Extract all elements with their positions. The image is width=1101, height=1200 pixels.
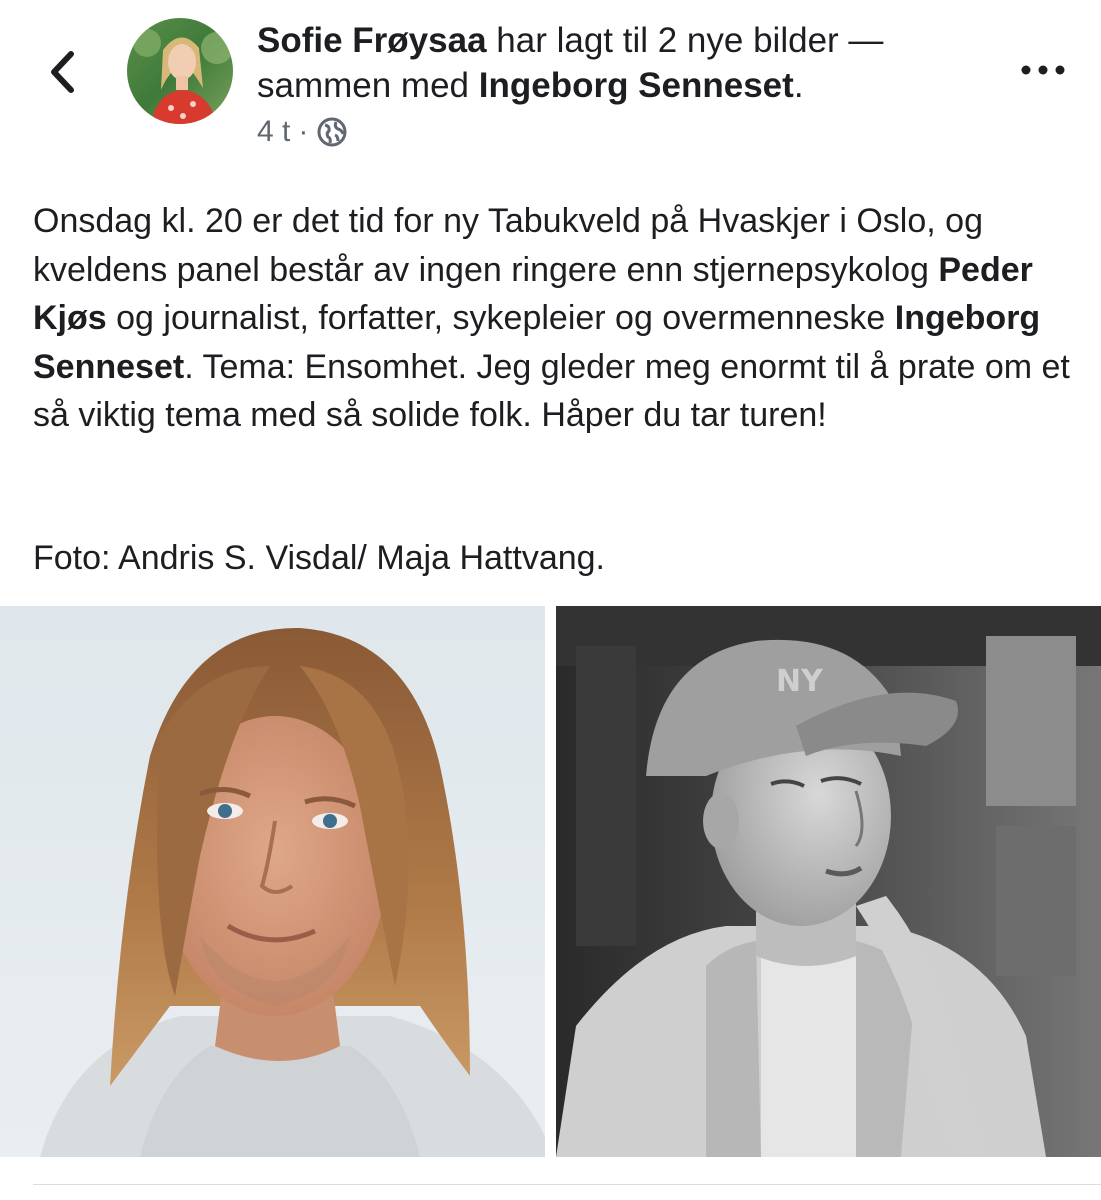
more-horizontal-icon <box>1021 65 1065 75</box>
post-meta: 4 t · <box>257 112 348 152</box>
avatar[interactable] <box>127 18 233 124</box>
post-text-3: . Tema: Ensomhet. Jeg gleder meg enormt … <box>33 347 1070 435</box>
photo-credit: Foto: Andris S. Visdal/ Maja Hattvang. <box>33 539 605 577</box>
post-page: Sofie Frøysaa har lagt til 2 nye bilder … <box>0 0 1101 1200</box>
photo-right[interactable]: NY <box>556 606 1101 1157</box>
back-button[interactable] <box>38 44 86 100</box>
divider <box>33 1184 1101 1185</box>
meta-separator: · <box>298 115 309 148</box>
globe-icon <box>317 117 347 147</box>
more-options-button[interactable] <box>1008 52 1078 88</box>
post-text-2: og journalist, forfatter, sykepleier og … <box>106 299 895 337</box>
post-body: Onsdag kl. 20 er det tid for ny Tabukvel… <box>33 197 1083 440</box>
post-time[interactable]: 4 t <box>257 115 290 149</box>
svg-text:NY: NY <box>776 664 824 699</box>
chevron-left-icon <box>51 51 74 93</box>
author-name[interactable]: Sofie Frøysaa <box>257 21 487 60</box>
tagged-name[interactable]: Ingeborg Senneset <box>479 66 794 105</box>
photo-left[interactable] <box>0 606 545 1157</box>
post-text-1: Onsdag kl. 20 er det tid for ny Tabukvel… <box>33 202 983 289</box>
avatar-image <box>127 18 233 124</box>
tagged-suffix: . <box>793 66 804 105</box>
portrait-man-image <box>0 606 545 1157</box>
post-header-text: Sofie Frøysaa har lagt til 2 nye bilder … <box>257 18 977 108</box>
portrait-woman-image: NY <box>556 606 1101 1157</box>
